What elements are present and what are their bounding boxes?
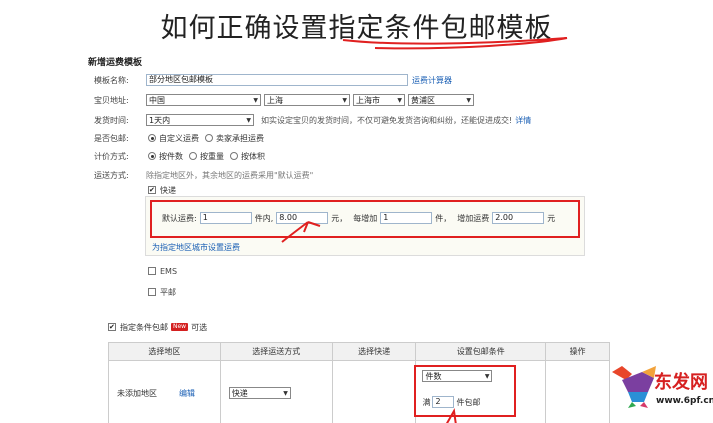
ems-row: EMS [148, 265, 177, 277]
ems-checkbox[interactable] [148, 267, 156, 275]
express-check-row: 快递 [148, 183, 176, 197]
add-unit-text: 件， [435, 213, 452, 223]
method-select[interactable]: 快递 ▼ [228, 387, 291, 399]
watermark-logo: 东发网 www.6pf.cn [608, 358, 713, 423]
each-add-label: 每增加 [353, 213, 378, 223]
seller-pays-radio[interactable] [205, 134, 213, 142]
template-name-label: 模板名称: [94, 75, 129, 85]
chevron-down-icon: ▼ [484, 372, 490, 380]
first-qty-input[interactable]: 1 [199, 212, 252, 224]
post-row: 平邮 [148, 286, 176, 298]
district-select[interactable]: 黄浦区 ▼ [408, 94, 474, 106]
template-name-row: 模板名称: 部分地区包邮模板 运费计算器 [94, 73, 452, 87]
action-cell [545, 360, 610, 423]
by-volume-label: 按体积 [241, 151, 265, 161]
method-value: 快递 [231, 388, 248, 398]
city-select[interactable]: 上海市 ▼ [353, 94, 405, 106]
condition-type-value: 件数 [425, 371, 442, 381]
table-row: 未添加地区 编辑 快递 ▼ 件数 ▼ 满 2 件包邮 [108, 360, 610, 423]
country-value: 中国 [149, 95, 165, 105]
default-fee-label: 默认运费: [162, 213, 197, 223]
col-header-region: 选择地区 [108, 342, 221, 361]
chevron-down-icon: ▼ [253, 96, 258, 104]
ship-time-hint: 如实设定宝贝的发货时间，不仅可避免发货咨询和纠纷，还能促进成交! [261, 115, 513, 125]
page-headline: 如何正确设置指定条件包邮模板 [160, 13, 553, 44]
bull-logo-icon [612, 366, 656, 408]
condition-table: 选择地区 选择运送方式 选择快递 设置包邮条件 操作 未添加地区 编辑 快递 ▼ … [108, 342, 610, 423]
col-header-express: 选择快递 [331, 342, 417, 361]
pricing-row: 计价方式: 按件数 按重量 按体积 [94, 149, 265, 163]
edit-region-link[interactable]: 编辑 [179, 388, 195, 399]
country-select[interactable]: 中国 ▼ [146, 94, 261, 106]
red-arrow-mark [281, 221, 321, 243]
section-title: 新增运费模板 [88, 58, 143, 68]
address-row: 宝贝地址: 中国 ▼ 上海 ▼ 上海市 ▼ 黄浦区 ▼ [94, 93, 477, 107]
method-row: 运送方式: 除指定地区外，其余地区的运费采用"默认运费" [94, 168, 313, 182]
col-header-action: 操作 [545, 342, 610, 361]
watermark-url: www.6pf.cn [656, 396, 713, 406]
red-arrow-mark [446, 407, 458, 423]
chevron-down-icon: ▼ [466, 96, 471, 104]
seller-pays-label: 卖家承担运费 [216, 133, 264, 143]
city-fee-link[interactable]: 为指定地区城市设置运费 [152, 242, 240, 253]
region-cell: 未添加地区 编辑 [108, 360, 221, 423]
city-value: 上海市 [356, 95, 380, 105]
first-unit-text: 件内, [254, 213, 274, 223]
condition-optional: 可选 [191, 322, 208, 332]
free-shipping-row: 是否包邮: 自定义运费 卖家承担运费 [94, 131, 264, 145]
chevron-down-icon: ▼ [342, 96, 347, 104]
freight-calculator-link[interactable]: 运费计算器 [412, 75, 452, 86]
default-fee-row: 默认运费: 1 件内, 8.00 元， 每增加 1 件， 增加运费 2.00 元 [162, 211, 555, 225]
district-value: 黄浦区 [411, 95, 435, 105]
custom-fee-radio[interactable] [148, 134, 156, 142]
pricing-label: 计价方式: [94, 151, 129, 161]
new-badge: New [171, 323, 189, 331]
province-select[interactable]: 上海 ▼ [264, 94, 350, 106]
col-header-method: 选择运送方式 [219, 342, 333, 361]
condition-row: 指定条件包邮 New 可选 [108, 320, 207, 334]
condition-cell: 件数 ▼ 满 2 件包邮 [414, 360, 547, 423]
yuan-text: 元， [331, 213, 348, 223]
add-qty-input[interactable]: 1 [380, 212, 433, 224]
ems-label: EMS [160, 266, 178, 276]
condition-checkbox[interactable] [108, 323, 116, 331]
method-label: 运送方式: [94, 170, 129, 180]
full-suffix: 件包邮 [456, 397, 481, 407]
express-label: 快递 [160, 185, 176, 195]
by-weight-radio[interactable] [189, 152, 197, 160]
region-text: 未添加地区 [117, 388, 157, 398]
ship-time-value: 1天内 [149, 115, 171, 125]
chevron-down-icon: ▼ [246, 116, 251, 124]
express-checkbox[interactable] [148, 186, 156, 194]
add-price-input[interactable]: 2.00 [492, 212, 545, 224]
ship-time-select[interactable]: 1天内 ▼ [146, 114, 254, 126]
template-name-input[interactable]: 部分地区包邮模板 [146, 74, 408, 86]
condition-type-select[interactable]: 件数 ▼ [422, 370, 493, 382]
full-prefix: 满 [422, 397, 431, 407]
chevron-down-icon: ▼ [397, 96, 402, 104]
method-hint: 除指定地区外，其余地区的运费采用"默认运费" [146, 170, 314, 180]
custom-fee-label: 自定义运费 [159, 133, 199, 143]
chevron-down-icon: ▼ [283, 389, 288, 397]
yuan-text-2: 元 [547, 213, 556, 223]
watermark-brand: 东发网 [654, 372, 708, 393]
by-count-radio[interactable] [148, 152, 156, 160]
express-cell [331, 360, 417, 423]
by-count-label: 按件数 [159, 151, 183, 161]
col-header-condition: 设置包邮条件 [415, 342, 547, 361]
city-fee-row: 为指定地区城市设置运费 [152, 240, 240, 254]
by-weight-label: 按重量 [200, 151, 224, 161]
condition-label: 指定条件包邮 [120, 322, 168, 332]
province-value: 上海 [267, 95, 283, 105]
post-label: 平邮 [160, 287, 176, 297]
address-label: 宝贝地址: [94, 95, 129, 105]
by-volume-radio[interactable] [230, 152, 238, 160]
method-cell: 快递 ▼ [219, 360, 333, 423]
ship-time-row: 发货时间: 1天内 ▼ 如实设定宝贝的发货时间，不仅可避免发货咨询和纠纷，还能促进… [94, 113, 531, 127]
ship-time-detail-link[interactable]: 详情 [515, 115, 531, 126]
add-fee-label: 增加运费 [457, 213, 490, 223]
ship-time-label: 发货时间: [94, 115, 129, 125]
free-shipping-label: 是否包邮: [94, 133, 129, 143]
post-checkbox[interactable] [148, 288, 156, 296]
